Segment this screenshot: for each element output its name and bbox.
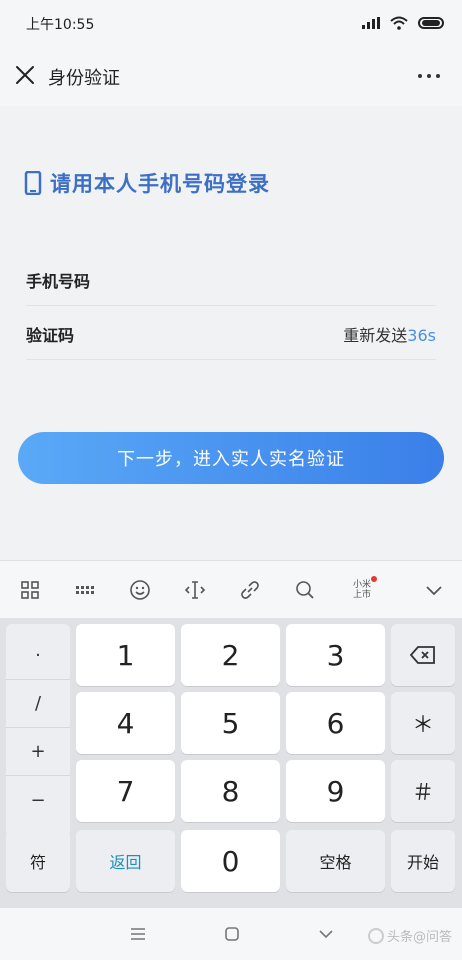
key-3[interactable]: 3	[286, 624, 385, 686]
system-nav-bar: 头条@问答	[0, 908, 462, 960]
watermark: 头条@问答	[367, 926, 452, 945]
backspace-icon	[410, 646, 435, 664]
page-title: 身份验证	[48, 68, 120, 89]
symbol-key-minus[interactable]: −	[6, 776, 70, 824]
back-icon[interactable]	[316, 924, 336, 944]
key-9[interactable]: 9	[286, 760, 385, 822]
phone-icon	[24, 171, 42, 195]
phone-label: 手机号码	[26, 272, 91, 291]
code-row: 验证码 重新发送36s	[26, 306, 436, 360]
chevron-down-icon[interactable]	[421, 577, 447, 603]
emoji-icon[interactable]	[127, 577, 153, 603]
key-0[interactable]: 0	[181, 830, 280, 892]
keyboard-toolbar: 小米 上市	[0, 560, 462, 618]
xiaomi-badge-line2: 上市	[352, 590, 371, 600]
xiaomi-badge-text: 小米 上市	[352, 576, 377, 600]
key-1[interactable]: 1	[76, 624, 175, 686]
watermark-logo-icon	[367, 927, 384, 944]
status-bar: 上午10:55	[0, 0, 462, 44]
key-7[interactable]: 7	[76, 760, 175, 822]
battery-icon	[418, 17, 444, 29]
signal-icon	[362, 17, 380, 29]
nav-bar: 身份验证	[0, 44, 462, 106]
notification-dot	[371, 576, 377, 582]
key-2[interactable]: 2	[181, 624, 280, 686]
symbol-column: · / + −	[6, 624, 70, 836]
login-form: 请用本人手机号码登录 手机号码 验证码 重新发送36s 下一步，进入实人实名验证	[0, 106, 462, 560]
resend-code[interactable]: 重新发送36s	[343, 322, 436, 346]
numeric-keyboard: · / + − 1 2 3 4 5 6 ＊ 7 8 9 ＃ 符 返回 0 空格 …	[0, 618, 462, 908]
space-key[interactable]: 空格	[286, 830, 385, 892]
xiaomi-badge[interactable]: 小米 上市	[349, 576, 377, 603]
code-label: 验证码	[26, 326, 75, 345]
backspace-key[interactable]	[391, 624, 455, 686]
next-step-button[interactable]: 下一步，进入实人实名验证	[18, 432, 444, 484]
cursor-move-icon[interactable]	[182, 577, 208, 603]
more-icon[interactable]	[418, 74, 440, 78]
home-icon[interactable]	[222, 924, 242, 944]
login-heading: 请用本人手机号码登录	[24, 168, 270, 198]
resend-countdown: 36s	[407, 326, 436, 345]
close-icon[interactable]	[12, 62, 38, 88]
xiaomi-badge-line1: 小米	[352, 580, 371, 590]
search-icon[interactable]	[292, 577, 318, 603]
symbol-key-plus[interactable]: +	[6, 728, 70, 776]
status-time: 上午10:55	[26, 17, 95, 33]
symbol-key-slash[interactable]: /	[6, 680, 70, 728]
status-icons	[362, 14, 444, 32]
start-key[interactable]: 开始	[391, 830, 455, 892]
hash-key[interactable]: ＃	[391, 760, 455, 822]
menu-icon[interactable]	[128, 924, 148, 944]
symbol-key-dot[interactable]: ·	[6, 632, 70, 680]
return-key[interactable]: 返回	[76, 830, 175, 892]
wifi-icon	[390, 16, 408, 30]
phone-input[interactable]	[146, 262, 266, 296]
code-input[interactable]	[146, 316, 266, 350]
key-8[interactable]: 8	[181, 760, 280, 822]
resend-text: 重新发送	[343, 326, 408, 345]
link-icon[interactable]	[237, 577, 263, 603]
grid-icon[interactable]	[17, 577, 43, 603]
login-heading-text: 请用本人手机号码登录	[50, 172, 270, 196]
watermark-text: 头条@问答	[386, 930, 452, 945]
key-5[interactable]: 5	[181, 692, 280, 754]
key-6[interactable]: 6	[286, 692, 385, 754]
star-key[interactable]: ＊	[391, 692, 455, 754]
phone-row: 手机号码	[26, 252, 436, 306]
keyboard-icon[interactable]	[72, 577, 98, 603]
symbols-key[interactable]: 符	[6, 830, 70, 892]
key-4[interactable]: 4	[76, 692, 175, 754]
